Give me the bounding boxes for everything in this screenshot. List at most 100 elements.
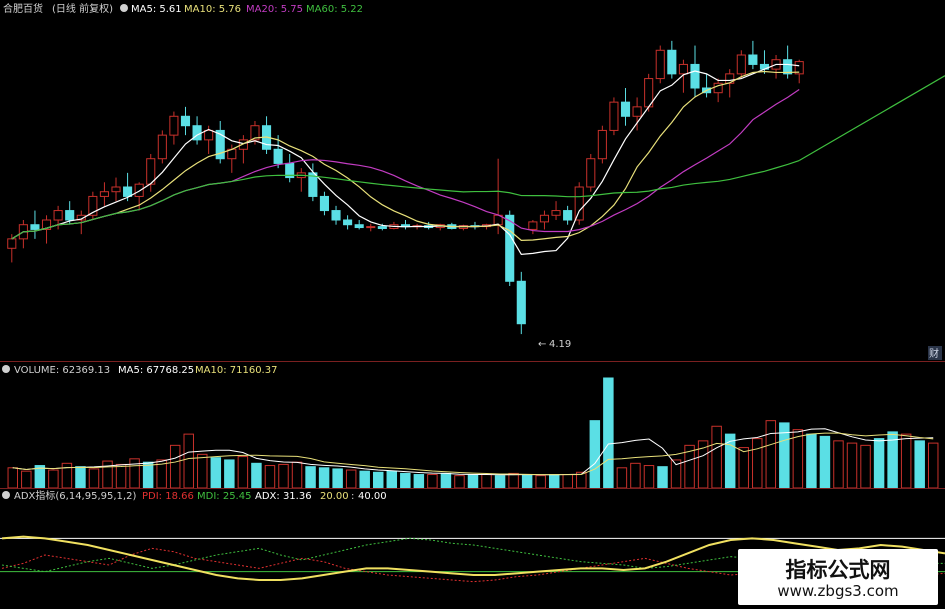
candle [169,115,179,136]
candle [678,63,688,75]
candle [65,210,75,221]
finance-tag[interactable]: 财 [929,347,939,360]
volume-bar [291,461,303,489]
volume-bar [873,438,885,489]
candle [111,186,121,193]
candle [563,210,573,221]
level-separator: : [351,491,354,502]
volume-bar [589,420,601,489]
volume-bar [562,474,573,489]
volume-bar [467,474,479,489]
volume-bar [75,466,86,489]
volume-bar [264,465,276,489]
volume-bar [548,474,560,489]
candle [609,101,619,131]
period-label: (日线 前复权) [52,2,113,15]
candle [620,101,631,117]
volume-bar [88,468,100,489]
candle [632,106,642,117]
volume-bar [386,470,398,489]
candle [655,49,665,80]
volume-panel: VOLUME: 62369.13 MA5: 67768.25 MA10: 711… [2,365,939,489]
volume-bar [21,470,32,489]
level-20-label: 20.00 [320,491,349,502]
low-price-label: 4.19 [549,339,571,350]
volume-bar [7,467,19,489]
watermark-url: www.zbgs3.com [777,582,899,600]
candle [377,226,387,229]
candle [331,210,341,221]
volume-bar [183,433,194,489]
candle [273,148,283,164]
ma10-label: MA10: 5.76 [184,4,241,15]
volume-bar [860,444,871,489]
volume-bars [7,377,939,489]
volume-bar [494,475,506,489]
volume-bar [643,465,655,489]
volume-bar [792,429,804,489]
candle [354,224,364,229]
adx-title: ADX指标(6,14,95,95,1,2) [14,489,136,502]
volume-bar [521,474,533,489]
volume-bar [806,433,817,489]
low-arrow: ← [538,339,546,350]
volume-bar [400,472,411,489]
volume-bar [61,462,73,489]
volume-bar [657,466,668,489]
stock-chart[interactable]: 合肥百货 (日线 前复权) MA5: 5.61 MA10: 5.76 MA20:… [0,0,945,609]
volume-ma5-label: MA5: 67768.25 [118,365,194,376]
volume-bar [427,474,438,489]
volume-bar [508,472,519,489]
volume-bar [454,475,465,489]
volume-bar [724,433,736,489]
volume-ma10-label: MA10: 71160.37 [195,365,277,376]
candle [783,59,793,75]
main-header: 合肥百货 (日线 前复权) MA5: 5.61 MA10: 5.76 MA20:… [3,2,363,15]
candle [574,186,584,221]
volume-bar [345,469,357,489]
volume-bar [332,468,343,489]
candle [319,195,329,212]
adx-label: ADX: 31.36 [255,491,312,502]
volume-bar [900,433,912,489]
candle [516,280,526,325]
candle [736,54,746,75]
volume-bar [278,463,289,489]
candle [551,210,561,216]
candle [180,115,191,127]
volume-bar [630,462,641,489]
volume-bar [481,474,492,489]
volume-bar [846,442,858,489]
volume-bar [819,435,831,489]
volume-bar [224,459,235,489]
volume-bar [359,470,370,489]
volume-title: VOLUME: 62369.13 [14,365,110,376]
candle [667,49,677,75]
candle [597,129,607,160]
volume-bar [305,466,316,489]
ma5-label: MA5: 5.61 [131,4,182,15]
candle [204,129,214,141]
volume-bar [373,471,384,489]
candle [134,183,144,197]
pdi-label: PDI: 18.66 [142,491,194,502]
candle [748,54,758,65]
adx-settings-icon[interactable] [2,491,10,499]
indicator-settings-icon[interactable] [120,4,128,12]
ma20-label: MA20: 5.75 [246,4,303,15]
volume-settings-icon[interactable] [2,365,10,373]
volume-bar [142,461,154,489]
volume-bar [752,438,763,489]
main-panel: 合肥百货 (日线 前复权) MA5: 5.61 MA10: 5.76 MA20:… [3,2,945,360]
candle [7,238,17,249]
volume-bar [914,440,925,489]
volume-bar [927,442,939,489]
low-price-marker: ← 4.19 [538,339,571,350]
candle [528,221,538,230]
mdi-label: MDI: 25.45 [197,491,251,502]
watermark-title: 指标公式网 [785,558,891,582]
candle [343,219,353,226]
volume-bar [833,440,844,489]
ma60-label: MA60: 5.22 [306,4,363,15]
candle [99,191,109,197]
